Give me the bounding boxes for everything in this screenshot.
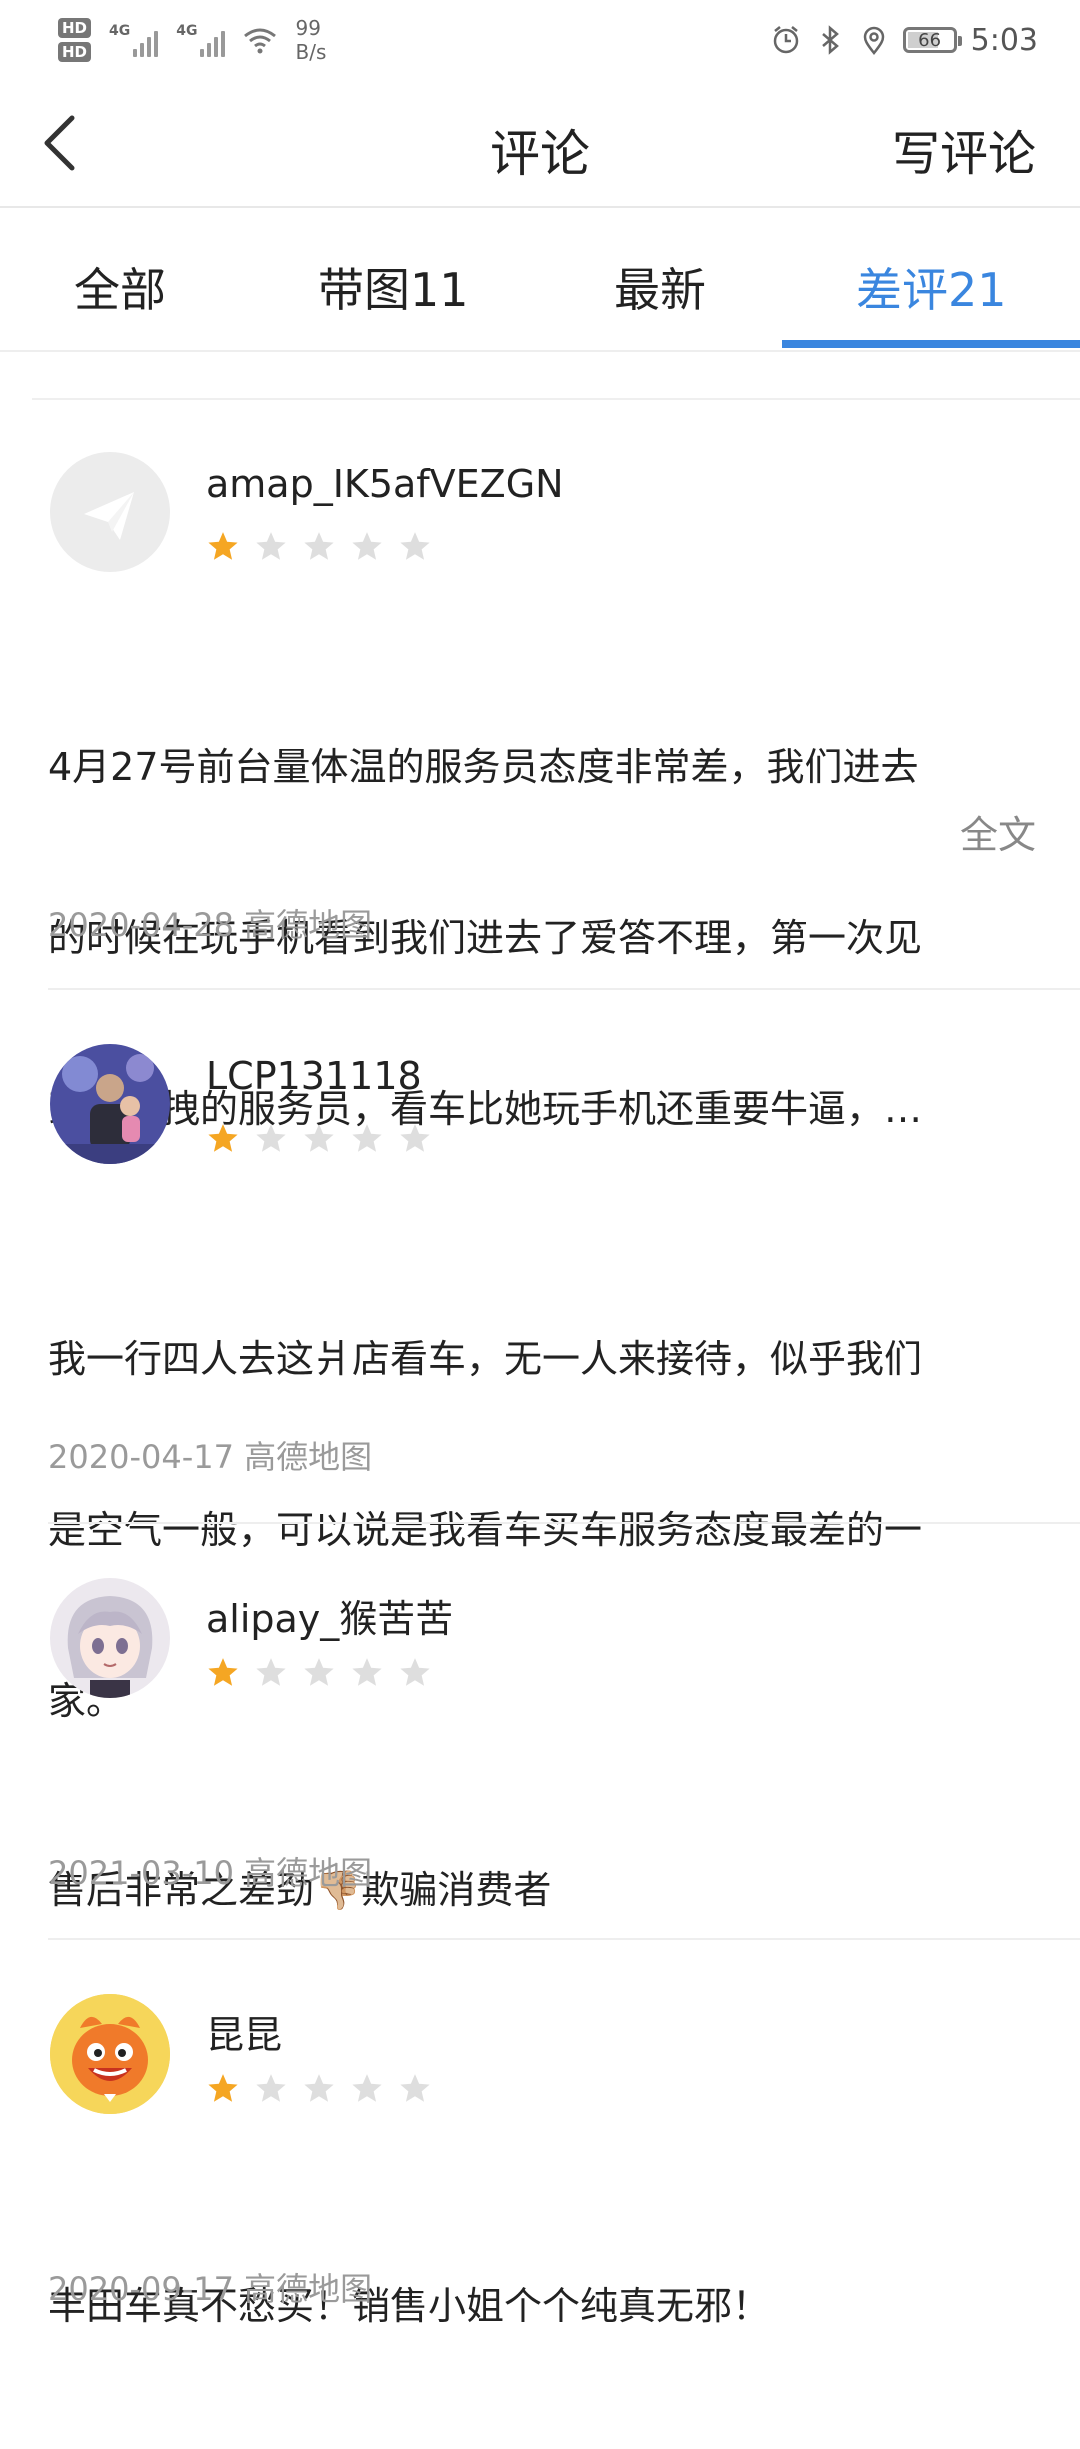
review-date: 2020-09-17 [48, 2270, 234, 2308]
star-empty-icon [304, 1124, 334, 1152]
star-empty-icon [304, 1658, 334, 1686]
review-meta: 2020-04-17 高德地图 [48, 1432, 372, 1478]
review-item: amap_IK5afVEZGN 4月27号前台量体温的服务员态度非常差，我们进去… [0, 400, 1080, 1131]
star-filled-icon [208, 2074, 238, 2102]
username[interactable]: 昆昆 [206, 2004, 282, 2059]
star-empty-icon [352, 532, 382, 560]
review-meta: 2021-03-10 高德地图 [48, 1848, 372, 1894]
star-empty-icon [256, 532, 286, 560]
star-filled-icon [208, 1658, 238, 1686]
divider [48, 1522, 1080, 1524]
review-source: 高德地图 [244, 1854, 373, 1892]
location-icon [863, 26, 884, 55]
speed-value: 99 [295, 16, 321, 40]
star-empty-icon [352, 1658, 382, 1686]
review-source: 高德地图 [244, 2270, 373, 2308]
star-empty-icon [304, 532, 334, 560]
star-rating [206, 1122, 432, 1156]
active-tab-indicator [782, 340, 1080, 348]
network-speed: 99 B/s [295, 16, 326, 64]
avatar[interactable] [50, 452, 170, 572]
review-meta: 2020-04-28 高德地图 [48, 900, 372, 946]
divider [48, 1938, 1080, 1940]
review-source: 高德地图 [244, 1438, 373, 1476]
review-meta: 2020-09-17 高德地图 [48, 2264, 372, 2310]
tab-with-photos[interactable]: 带图11 [318, 254, 469, 320]
status-right: 66 5:03 [771, 0, 1038, 80]
full-text-link[interactable]: 全文 [960, 804, 1036, 859]
tab-latest[interactable]: 最新 [614, 254, 706, 320]
wifi-icon [244, 28, 277, 54]
signal-2-label: 4G [176, 23, 198, 39]
review-line: 我一行四人去这爿店看车，无一人来接待，似乎我们 [48, 1337, 923, 1381]
star-rating [206, 2072, 432, 2106]
user-photo-icon [50, 1044, 170, 1164]
star-filled-icon [208, 1124, 238, 1152]
star-empty-icon [352, 2074, 382, 2102]
review-item: LCP131118 我一行四人去这爿店看车，无一人来接待，似乎我们 是空气一般，… [0, 992, 1080, 1723]
star-empty-icon [256, 1124, 286, 1152]
bluetooth-icon [821, 25, 839, 55]
review-item: alipay_猴苦苦 售后非常之差劲👎🏼欺骗消费者 2021-03-10 高德地… [0, 1526, 1080, 1940]
review-date: 2021-03-10 [48, 1854, 234, 1892]
star-empty-icon [256, 2074, 286, 2102]
star-empty-icon [400, 1124, 430, 1152]
status-left: HD HD 4G 4G 99 B/s [58, 10, 326, 70]
avatar[interactable] [50, 1994, 170, 2114]
anime-girl-avatar-icon [50, 1578, 170, 1698]
paper-plane-icon [84, 492, 134, 540]
tab-all[interactable]: 全部 [74, 254, 166, 320]
cartoon-mascot-avatar-icon [50, 1994, 170, 2114]
divider [48, 988, 1080, 990]
review-date: 2020-04-17 [48, 1438, 234, 1476]
status-bar: HD HD 4G 4G 99 B/s 66 5:03 [0, 0, 1080, 80]
username[interactable]: LCP131118 [206, 1054, 422, 1098]
star-empty-icon [352, 1124, 382, 1152]
hd-badges: HD HD [58, 18, 92, 62]
nav-bar: 评论 写评论 [0, 80, 1080, 208]
star-empty-icon [400, 532, 430, 560]
avatar[interactable] [50, 1578, 170, 1698]
review-filter-tabs: 全部 带图11 最新 差评21 [0, 208, 1080, 352]
username[interactable]: alipay_猴苦苦 [206, 1588, 453, 1643]
speed-unit: B/s [295, 40, 327, 64]
signal-2-icon: 4G [176, 23, 226, 57]
star-rating [206, 1656, 432, 1690]
signal-1-label: 4G [109, 23, 131, 39]
username[interactable]: amap_IK5afVEZGN [206, 462, 564, 506]
star-rating [206, 530, 432, 564]
star-empty-icon [400, 1658, 430, 1686]
review-date: 2020-04-28 [48, 906, 234, 944]
review-line: 4月27号前台量体温的服务员态度非常差，我们进去 [48, 745, 919, 789]
battery-icon: 66 [902, 27, 962, 53]
review-source: 高德地图 [244, 906, 373, 944]
avatar[interactable] [50, 1044, 170, 1164]
star-filled-icon [208, 532, 238, 560]
tab-negative[interactable]: 差评21 [856, 254, 1007, 320]
hd-badge-2: HD [58, 42, 92, 62]
alarm-icon [773, 26, 798, 54]
signal-1-icon: 4G [109, 23, 159, 57]
clock: 5:03 [970, 22, 1038, 58]
review-item: 昆昆 丰田车真不愁买！销售小姐个个纯真无邪！ 2020-09-17 高德地图 [0, 1942, 1080, 2340]
star-empty-icon [304, 2074, 334, 2102]
battery-level: 66 [918, 29, 942, 51]
star-empty-icon [400, 2074, 430, 2102]
hd-badge-1: HD [58, 18, 92, 38]
star-empty-icon [256, 1658, 286, 1686]
write-review-button[interactable]: 写评论 [892, 114, 1036, 184]
